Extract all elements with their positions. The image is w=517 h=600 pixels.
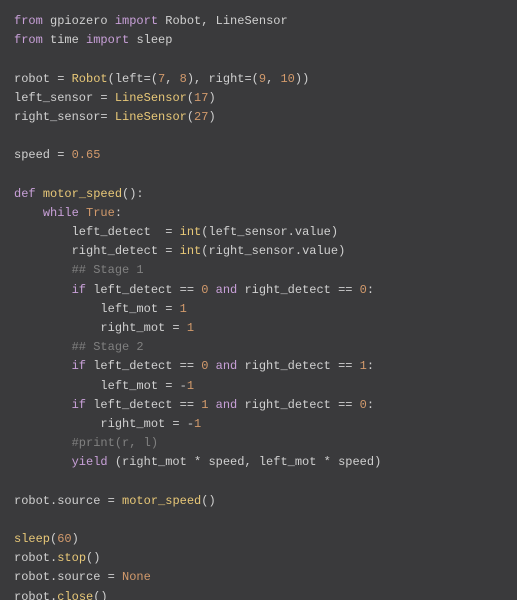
code-block: from gpiozero import Robot, LineSensor f…: [0, 0, 517, 600]
